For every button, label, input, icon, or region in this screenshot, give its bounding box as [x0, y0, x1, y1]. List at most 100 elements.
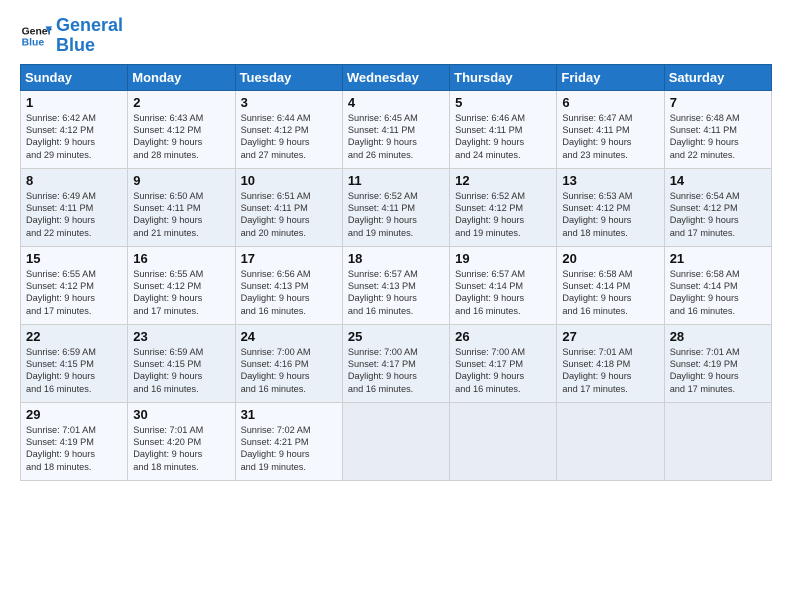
- calendar-cell: 24Sunrise: 7:00 AMSunset: 4:16 PMDayligh…: [235, 324, 342, 402]
- day-number: 2: [133, 95, 230, 110]
- calendar-cell: 5 Sunrise: 6:46 AMSunset: 4:11 PMDaylight…: [450, 90, 557, 168]
- calendar-cell: [450, 402, 557, 480]
- calendar-cell: 20 Sunrise: 6:58 AMSunset: 4:14 PMDayligh…: [557, 246, 664, 324]
- day-number: 5: [455, 95, 552, 110]
- cell-info: Sunrise: 6:59 AMSunset: 4:15 PMDaylight:…: [26, 346, 123, 396]
- calendar-cell: 19 Sunrise: 6:57 AMSunset: 4:14 PMDayligh…: [450, 246, 557, 324]
- calendar-cell: 12 Sunrise: 6:52 AMSunset: 4:12 PMDayligh…: [450, 168, 557, 246]
- day-number: 8: [26, 173, 123, 188]
- day-number: 7: [670, 95, 767, 110]
- cell-info: Sunrise: 6:52 AMSunset: 4:12 PMDaylight:…: [455, 190, 552, 240]
- calendar-cell: 7 Sunrise: 6:48 AMSunset: 4:11 PMDaylight…: [664, 90, 771, 168]
- calendar-cell: 26Sunrise: 7:00 AMSunset: 4:17 PMDayligh…: [450, 324, 557, 402]
- day-number: 31: [241, 407, 338, 422]
- cell-info: Sunrise: 7:01 AMSunset: 4:19 PMDaylight:…: [26, 424, 123, 474]
- day-number: 28: [670, 329, 767, 344]
- cell-info: Sunrise: 6:57 AMSunset: 4:14 PMDaylight:…: [455, 268, 552, 318]
- day-number: 4: [348, 95, 445, 110]
- logo-icon: General Blue: [20, 20, 52, 52]
- day-number: 17: [241, 251, 338, 266]
- week-row-1: 1 Sunrise: 6:42 AMSunset: 4:12 PMDaylight…: [21, 90, 772, 168]
- day-number: 9: [133, 173, 230, 188]
- cell-info: Sunrise: 6:50 AMSunset: 4:11 PMDaylight:…: [133, 190, 230, 240]
- cell-info: Sunrise: 6:45 AMSunset: 4:11 PMDaylight:…: [348, 112, 445, 162]
- calendar-cell: 23Sunrise: 6:59 AMSunset: 4:15 PMDayligh…: [128, 324, 235, 402]
- calendar-cell: [342, 402, 449, 480]
- cell-info: Sunrise: 6:51 AMSunset: 4:11 PMDaylight:…: [241, 190, 338, 240]
- cell-info: Sunrise: 7:01 AMSunset: 4:20 PMDaylight:…: [133, 424, 230, 474]
- cell-info: Sunrise: 6:55 AMSunset: 4:12 PMDaylight:…: [133, 268, 230, 318]
- cell-info: Sunrise: 6:53 AMSunset: 4:12 PMDaylight:…: [562, 190, 659, 240]
- calendar-cell: 29 Sunrise: 7:01 AMSunset: 4:19 PMDayligh…: [21, 402, 128, 480]
- header-day-sunday: Sunday: [21, 64, 128, 90]
- calendar-cell: 31 Sunrise: 7:02 AMSunset: 4:21 PMDayligh…: [235, 402, 342, 480]
- day-number: 1: [26, 95, 123, 110]
- day-number: 13: [562, 173, 659, 188]
- cell-info: Sunrise: 7:00 AMSunset: 4:17 PMDaylight:…: [348, 346, 445, 396]
- cell-info: Sunrise: 6:54 AMSunset: 4:12 PMDaylight:…: [670, 190, 767, 240]
- week-row-5: 29 Sunrise: 7:01 AMSunset: 4:19 PMDayligh…: [21, 402, 772, 480]
- week-row-4: 22 Sunrise: 6:59 AMSunset: 4:15 PMDayligh…: [21, 324, 772, 402]
- day-number: 22: [26, 329, 123, 344]
- day-number: 29: [26, 407, 123, 422]
- day-number: 11: [348, 173, 445, 188]
- day-number: 30: [133, 407, 230, 422]
- calendar-cell: 15Sunrise: 6:55 AMSunset: 4:12 PMDayligh…: [21, 246, 128, 324]
- logo: General Blue GeneralBlue: [20, 16, 123, 56]
- cell-info: Sunrise: 7:01 AMSunset: 4:18 PMDaylight:…: [562, 346, 659, 396]
- header: General Blue GeneralBlue: [20, 16, 772, 56]
- cell-info: Sunrise: 7:02 AMSunset: 4:21 PMDaylight:…: [241, 424, 338, 474]
- calendar-cell: 4 Sunrise: 6:45 AMSunset: 4:11 PMDaylight…: [342, 90, 449, 168]
- day-number: 12: [455, 173, 552, 188]
- week-row-3: 15Sunrise: 6:55 AMSunset: 4:12 PMDayligh…: [21, 246, 772, 324]
- header-day-friday: Friday: [557, 64, 664, 90]
- day-number: 25: [348, 329, 445, 344]
- calendar-cell: 25 Sunrise: 7:00 AMSunset: 4:17 PMDayligh…: [342, 324, 449, 402]
- cell-info: Sunrise: 6:43 AMSunset: 4:12 PMDaylight:…: [133, 112, 230, 162]
- calendar-cell: 9 Sunrise: 6:50 AMSunset: 4:11 PMDaylight…: [128, 168, 235, 246]
- cell-info: Sunrise: 6:58 AMSunset: 4:14 PMDaylight:…: [562, 268, 659, 318]
- day-number: 16: [133, 251, 230, 266]
- calendar-cell: [664, 402, 771, 480]
- cell-info: Sunrise: 6:58 AMSunset: 4:14 PMDaylight:…: [670, 268, 767, 318]
- cell-info: Sunrise: 6:42 AMSunset: 4:12 PMDaylight:…: [26, 112, 123, 162]
- calendar-cell: 21 Sunrise: 6:58 AMSunset: 4:14 PMDayligh…: [664, 246, 771, 324]
- calendar-header-row: SundayMondayTuesdayWednesdayThursdayFrid…: [21, 64, 772, 90]
- day-number: 24: [241, 329, 338, 344]
- day-number: 20: [562, 251, 659, 266]
- cell-info: Sunrise: 6:44 AMSunset: 4:12 PMDaylight:…: [241, 112, 338, 162]
- calendar-cell: 3 Sunrise: 6:44 AMSunset: 4:12 PMDaylight…: [235, 90, 342, 168]
- calendar-cell: 14 Sunrise: 6:54 AMSunset: 4:12 PMDayligh…: [664, 168, 771, 246]
- cell-info: Sunrise: 6:47 AMSunset: 4:11 PMDaylight:…: [562, 112, 659, 162]
- day-number: 14: [670, 173, 767, 188]
- calendar-cell: 2 Sunrise: 6:43 AMSunset: 4:12 PMDaylight…: [128, 90, 235, 168]
- day-number: 6: [562, 95, 659, 110]
- calendar-container: General Blue GeneralBlue SundayMondayTue…: [0, 0, 792, 491]
- cell-info: Sunrise: 6:46 AMSunset: 4:11 PMDaylight:…: [455, 112, 552, 162]
- calendar-cell: 6 Sunrise: 6:47 AMSunset: 4:11 PMDaylight…: [557, 90, 664, 168]
- cell-info: Sunrise: 7:01 AMSunset: 4:19 PMDaylight:…: [670, 346, 767, 396]
- cell-info: Sunrise: 6:55 AMSunset: 4:12 PMDaylight:…: [26, 268, 123, 318]
- day-number: 21: [670, 251, 767, 266]
- calendar-cell: 13 Sunrise: 6:53 AMSunset: 4:12 PMDayligh…: [557, 168, 664, 246]
- header-day-tuesday: Tuesday: [235, 64, 342, 90]
- header-day-saturday: Saturday: [664, 64, 771, 90]
- calendar-body: 1 Sunrise: 6:42 AMSunset: 4:12 PMDaylight…: [21, 90, 772, 480]
- svg-text:Blue: Blue: [22, 37, 45, 48]
- day-number: 3: [241, 95, 338, 110]
- day-number: 27: [562, 329, 659, 344]
- day-number: 26: [455, 329, 552, 344]
- day-number: 23: [133, 329, 230, 344]
- day-number: 19: [455, 251, 552, 266]
- cell-info: Sunrise: 6:48 AMSunset: 4:11 PMDaylight:…: [670, 112, 767, 162]
- calendar-cell: 10Sunrise: 6:51 AMSunset: 4:11 PMDayligh…: [235, 168, 342, 246]
- cell-info: Sunrise: 6:57 AMSunset: 4:13 PMDaylight:…: [348, 268, 445, 318]
- calendar-cell: 22 Sunrise: 6:59 AMSunset: 4:15 PMDayligh…: [21, 324, 128, 402]
- calendar-cell: 27 Sunrise: 7:01 AMSunset: 4:18 PMDayligh…: [557, 324, 664, 402]
- week-row-2: 8 Sunrise: 6:49 AMSunset: 4:11 PMDaylight…: [21, 168, 772, 246]
- logo-text: GeneralBlue: [56, 16, 123, 56]
- calendar-cell: 18 Sunrise: 6:57 AMSunset: 4:13 PMDayligh…: [342, 246, 449, 324]
- day-number: 18: [348, 251, 445, 266]
- calendar-cell: 8 Sunrise: 6:49 AMSunset: 4:11 PMDaylight…: [21, 168, 128, 246]
- cell-info: Sunrise: 6:49 AMSunset: 4:11 PMDaylight:…: [26, 190, 123, 240]
